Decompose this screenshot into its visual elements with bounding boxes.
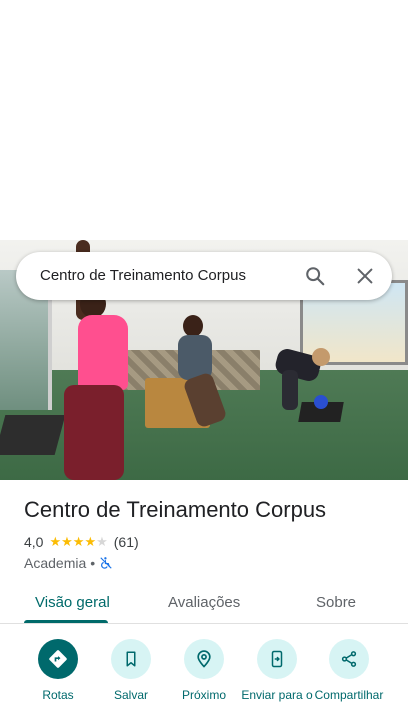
star-empty-icon: ★ <box>96 534 108 549</box>
photo-person-legs <box>64 385 124 480</box>
photo-person-torso <box>78 315 128 390</box>
tab-reviews[interactable]: Avaliações <box>168 594 240 611</box>
map-area[interactable] <box>0 0 408 240</box>
photo-person3-legs <box>282 370 298 410</box>
search-query[interactable]: Centro de Treinamento Corpus <box>40 267 246 284</box>
photo-person2-head <box>183 315 203 337</box>
action-buttons: Rotas Salvar Próximo Enviar para o Compa… <box>0 636 408 720</box>
star-icon: ★ <box>84 534 97 549</box>
star-icon: ★ <box>61 534 73 549</box>
nearby-icon[interactable] <box>184 639 224 679</box>
star-rating: ★ ★ ★ ★ ★ <box>49 535 107 549</box>
category-row: Academia • <box>24 553 113 573</box>
save-label: Salvar <box>113 688 148 702</box>
search-icon[interactable] <box>304 265 326 287</box>
rating-row[interactable]: 4,0 ★ ★ ★ ★ ★ (61) <box>24 532 139 552</box>
photo-person3-head <box>312 348 330 366</box>
search-bar[interactable]: Centro de Treinamento Corpus <box>16 252 392 300</box>
directions-icon[interactable] <box>38 639 78 679</box>
tab-active-indicator <box>24 620 108 623</box>
send-to-phone-label: Enviar para o <box>241 688 313 702</box>
close-icon[interactable] <box>354 265 376 287</box>
star-icon: ★ <box>49 534 62 549</box>
send-to-phone-icon[interactable] <box>257 639 297 679</box>
wheelchair-not-accessible-icon <box>100 557 112 569</box>
tab-overview[interactable]: Visão geral <box>35 594 110 611</box>
place-page: Centro de Treinamento Corpus Centro de T… <box>0 0 408 720</box>
star-icon: ★ <box>72 534 85 549</box>
bookmark-icon[interactable] <box>111 639 151 679</box>
share-label: Compartilhar <box>314 688 384 702</box>
place-title: Centro de Treinamento Corpus <box>24 497 327 522</box>
share-icon[interactable] <box>329 639 369 679</box>
photo-bench <box>0 415 66 455</box>
tab-bar: Visão geral Avaliações Sobre <box>0 584 408 624</box>
photo-kettlebell <box>314 395 328 409</box>
review-count[interactable]: (61) <box>114 534 139 550</box>
directions-label: Rotas <box>42 688 74 702</box>
separator: • <box>90 555 96 571</box>
tab-about[interactable]: Sobre <box>316 594 356 611</box>
rating-value: 4,0 <box>24 534 44 550</box>
nearby-label: Próximo <box>181 688 226 702</box>
place-category: Academia <box>24 555 87 571</box>
